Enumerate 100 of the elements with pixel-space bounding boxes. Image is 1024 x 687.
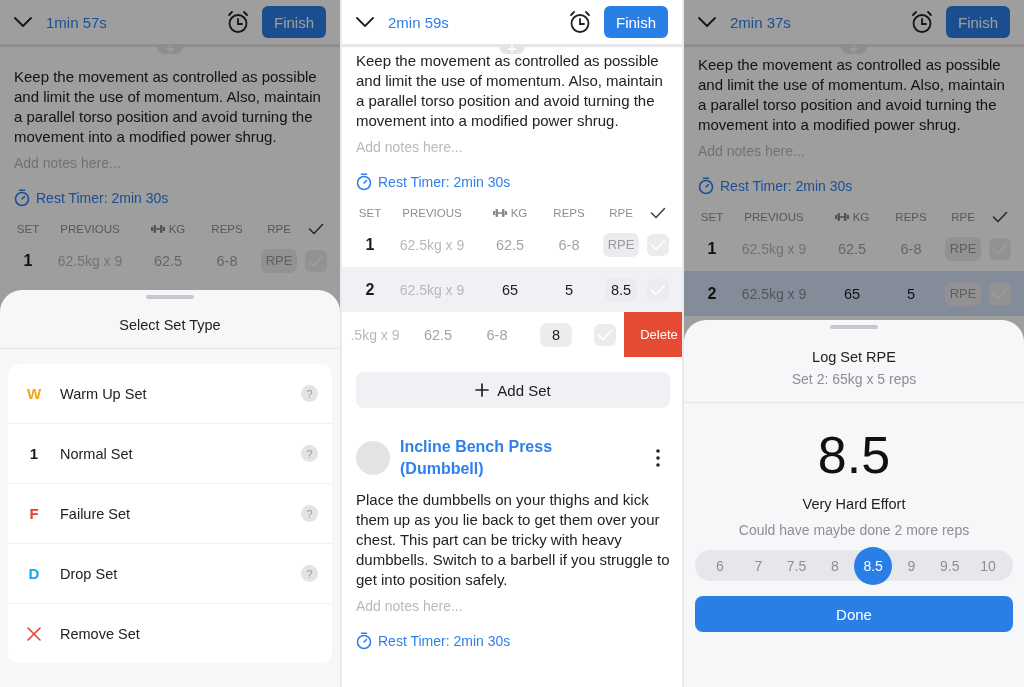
column-header: SET [16,223,40,235]
weight-value: 62.5 [495,236,525,253]
exercise-description: Keep the movement as controlled as possible and limit the use of momentum. Also, maintain a parallel torso position and avoid turning the movement into a modified power shrug. [698,55,1006,135]
rest-timer-button[interactable]: Rest Timer: 2min 30s [14,188,169,208]
column-header: REPS [553,207,585,219]
set-type-letter: D [27,565,41,582]
delete-button[interactable]: Delete [624,312,682,357]
exercise-description: Place the dumbbells on your thighs and kick them up as you lie back to get them over your chest. This part can be tricky with heavy dumbbells. Switch to a barbell if you struggle to get into position safely. [356,490,670,590]
finish-button[interactable]: Finish [262,6,326,38]
dumbbell-icon [834,213,849,221]
set-number[interactable]: 2 [365,280,375,299]
column-header: KG [852,211,870,223]
previous-value: .5kg x 9 [350,326,400,343]
dumbbell-icon [150,225,165,233]
reps-value: 5 [906,285,916,302]
option-label: Drop Set [60,565,119,582]
exercise-description: Keep the movement as controlled as possible and limit the use of momentum. Also, maintain a parallel torso position and avoid turning the movement into a modified power shrug. [356,51,664,131]
add-set-button[interactable]: Add Set [356,372,670,408]
reps-value: 6-8 [486,326,508,343]
chevron-down-icon[interactable] [356,17,374,27]
set-type-letter: W [25,385,43,402]
alarm-clock-icon[interactable] [226,10,250,34]
column-header: RPE [951,211,975,223]
column-header: KG [168,223,186,235]
column-header: REPS [895,211,927,223]
weight-value: 65 [843,285,861,302]
weight-value: 62.5 [837,240,867,257]
set-type-option[interactable]: W Warm Up Set ? [8,364,332,423]
rpe-option[interactable]: 6 [701,546,739,585]
weight-value: 62.5 [423,326,453,343]
chevron-down-icon[interactable] [698,17,716,27]
previous-value: 62.5kg x 9 [741,285,807,302]
set-number[interactable]: 2 [707,284,717,303]
option-label: Normal Set [60,445,134,462]
weight-value: 65 [501,281,519,298]
notes-field[interactable]: Add notes here... [356,137,670,157]
finish-button[interactable]: Finish [604,6,668,38]
stopwatch-icon [698,177,714,195]
done-button[interactable]: Done [695,596,1013,632]
option-label: Failure Set [60,505,132,522]
weight-value: 62.5 [153,252,183,269]
rest-timer-button[interactable]: Rest Timer: 2min 30s [356,172,511,192]
rpe-option[interactable]: 7 [739,546,778,585]
more-options-icon[interactable] [656,449,660,467]
column-header: PREVIOUS [402,207,462,219]
set-number[interactable]: 1 [365,235,375,254]
help-button[interactable]: ? [301,385,318,402]
column-header: SET [700,211,724,223]
checkmark-icon [650,207,666,219]
rpe-value: 8.5 [817,425,891,485]
finish-button[interactable]: Finish [946,6,1010,38]
set-type-option[interactable]: D Drop Set ? [8,543,332,603]
set-number[interactable]: 1 [707,239,717,258]
set-type-option[interactable]: F Failure Set ? [8,483,332,543]
rpe-option[interactable]: 8 [815,546,854,585]
help-button[interactable]: ? [301,445,318,462]
alarm-clock-icon[interactable] [568,10,592,34]
alarm-clock-icon[interactable] [910,10,934,34]
rpe-option[interactable]: 9.5 [930,546,969,585]
drag-handle[interactable] [830,325,878,329]
plus-icon [475,383,490,397]
notes-field[interactable]: Add notes here... [356,596,670,616]
column-header: PREVIOUS [744,211,804,223]
rpe-button[interactable]: 8 [540,322,572,347]
rest-timer-button[interactable]: Rest Timer: 2min 30s [356,631,511,651]
stopwatch-icon [356,632,372,650]
checkmark-icon [992,211,1008,223]
rpe-option[interactable]: 8.5 [854,546,893,585]
stopwatch-icon [14,189,30,207]
help-button[interactable]: ? [301,505,318,522]
rpe-option[interactable]: 9 [892,546,931,585]
column-header: REPS [211,223,243,235]
exercise-title[interactable]: Incline Bench Press (Dumbbell) [400,436,610,480]
column-header: SET [358,207,382,219]
effort-label: Very Hard Effort [802,496,906,512]
set-number[interactable]: 1 [23,251,33,270]
reps-value: 5 [564,281,574,298]
chevron-down-icon[interactable] [14,17,32,27]
dumbbell-icon [492,209,507,217]
stopwatch-icon [356,173,372,191]
option-label: Remove Set [60,625,141,642]
rest-timer-button[interactable]: Rest Timer: 2min 30s [698,176,853,196]
reps-value: 6-8 [900,240,922,257]
rpe-option[interactable]: 7.5 [777,546,816,585]
drag-handle[interactable] [146,295,194,299]
set-type-option[interactable]: 1 Normal Set ? [8,423,332,483]
exercise-description: Keep the movement as controlled as possible and limit the use of momentum. Also, maintain a parallel torso position and avoid turning the movement into a modified power shrug. [14,67,322,147]
checkbox[interactable] [989,282,1011,305]
column-header: RPE [609,207,633,219]
set-type-option[interactable]: Remove Set [8,603,332,663]
rpe-button[interactable]: 8.5 [605,277,637,302]
rpe-option[interactable]: 10 [968,546,1007,585]
option-label: Warm Up Set [60,385,148,402]
close-icon [27,626,41,641]
help-button[interactable]: ? [301,565,318,582]
plus-tab-icon[interactable] [499,44,525,54]
reps-value: 6-8 [216,252,238,269]
rpe-button[interactable]: RPE [602,232,640,257]
sheet-subtitle: Set 2: 65kg x 5 reps [684,371,1024,403]
column-header: RPE [267,223,291,235]
